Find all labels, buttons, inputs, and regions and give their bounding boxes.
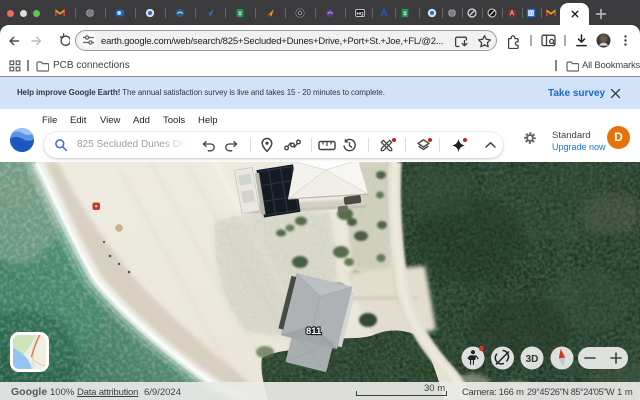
svg-text:31: 31	[528, 10, 534, 15]
svg-text:811: 811	[306, 326, 322, 337]
svg-text:3D: 3D	[526, 354, 539, 365]
svg-text:HQ: HQ	[356, 11, 363, 16]
